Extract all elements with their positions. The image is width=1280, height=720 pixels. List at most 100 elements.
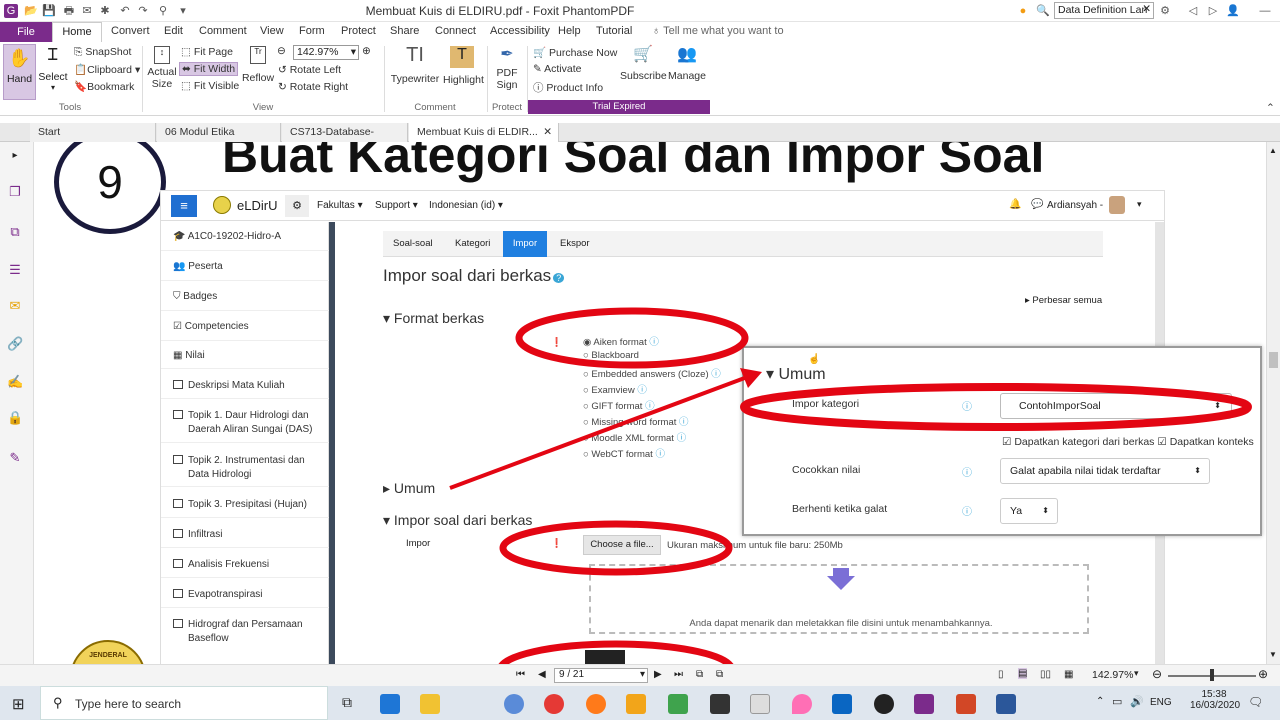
bookmark-button[interactable]: 🔖Bookmark <box>74 80 134 93</box>
continuous-page-icon[interactable]: ▤ <box>1018 668 1028 679</box>
vertical-scrollbar[interactable]: ▲ ▼ <box>1266 142 1280 664</box>
signature-icon[interactable]: ✍ <box>7 374 23 390</box>
foxit-taskbar-icon[interactable] <box>914 694 934 714</box>
tab-convert[interactable]: Convert <box>111 25 150 37</box>
search-input[interactable]: Data Definition Lan ✕ <box>1054 2 1154 19</box>
powerpoint-icon[interactable] <box>956 694 976 714</box>
actual-size-button[interactable]: ↕ Actual Size <box>146 44 178 100</box>
tab-accessibility[interactable]: Accessibility <box>490 25 550 37</box>
windows-start-icon[interactable]: ⊞ <box>12 695 25 713</box>
maps-icon[interactable] <box>792 694 812 714</box>
zoom-level[interactable]: 142.97% <box>1092 669 1133 681</box>
subscribe-button[interactable]: 🛒 Subscribe <box>620 44 667 100</box>
clipboard-button[interactable]: 📋Clipboard ▾ <box>74 63 140 76</box>
fit-page-status-icon[interactable]: ⧉ <box>696 669 703 680</box>
notification-icon[interactable]: ● <box>1016 4 1030 18</box>
snapshot-button[interactable]: ⎘ SnapShot <box>74 46 131 59</box>
chrome-icon[interactable] <box>544 694 564 714</box>
fit-width-button[interactable]: ⬌ Fit Width <box>179 62 239 76</box>
network-app-icon[interactable] <box>504 694 524 714</box>
doc-tab-cs713[interactable]: CS713-Database-Syste... <box>282 123 408 157</box>
word-icon[interactable] <box>996 694 1016 714</box>
pages-icon[interactable]: ❐ <box>7 184 23 200</box>
rotate-left-button[interactable]: ↺ Rotate Left <box>278 64 341 76</box>
xampp-icon[interactable] <box>626 694 646 714</box>
fit-page-button[interactable]: ⬚ Fit Page <box>181 46 233 58</box>
manage-button[interactable]: 👥 Manage <box>666 44 708 100</box>
product-info-button[interactable]: ⓘ Product Info <box>533 80 603 95</box>
zoom-in-icon[interactable]: ⊕ <box>362 45 371 57</box>
hand-button[interactable]: ✋ Hand <box>3 44 36 100</box>
edge-icon[interactable] <box>380 694 400 714</box>
obs-icon[interactable] <box>874 694 894 714</box>
tab-protect[interactable]: Protect <box>341 25 376 37</box>
gear-icon[interactable]: ⚙ <box>1158 4 1172 18</box>
doc-tab-modul[interactable]: 06 Modul Etika Publik_F... <box>157 123 281 157</box>
action-center-icon[interactable]: 🗨 <box>1248 695 1263 709</box>
calendar-icon[interactable] <box>750 694 770 714</box>
first-page-icon[interactable]: ⏮ <box>516 669 525 680</box>
select-button[interactable]: Ꮖ Select ▾ <box>38 44 68 100</box>
video-editor-icon[interactable] <box>710 694 730 714</box>
expand-panel-icon[interactable]: ▸ <box>7 148 23 164</box>
highlight-button[interactable]: T Highlight <box>443 44 484 100</box>
tab-share[interactable]: Share <box>390 25 419 37</box>
tab-file[interactable]: File <box>0 22 52 42</box>
activate-button[interactable]: ✎ Activate <box>533 63 582 75</box>
tab-edit[interactable]: Edit <box>164 25 183 37</box>
tab-connect[interactable]: Connect <box>435 25 476 37</box>
firefox-icon[interactable] <box>586 694 606 714</box>
doc-tab-membuat-kuis[interactable]: Membuat Kuis di ELDIR... ✕ <box>409 123 559 142</box>
back-icon[interactable]: ◁ <box>1186 4 1200 18</box>
tab-form[interactable]: Form <box>299 25 325 37</box>
zoom-out-icon[interactable]: ⊖ <box>277 45 286 57</box>
typewriter-button[interactable]: TI Typewriter <box>390 44 440 100</box>
zoom-out-icon[interactable]: ⊖ <box>1152 667 1162 681</box>
zoom-dropdown-icon[interactable]: ▾ <box>1134 668 1139 679</box>
last-page-icon[interactable]: ⏭ <box>674 669 683 680</box>
fit-visible-button[interactable]: ⬚ Fit Visible <box>181 80 239 92</box>
outlook-icon[interactable] <box>832 694 852 714</box>
attachment-icon[interactable]: 🔗 <box>7 336 23 352</box>
zoom-slider-thumb[interactable] <box>1210 669 1214 681</box>
scroll-down-icon[interactable]: ▼ <box>1269 650 1277 659</box>
volume-icon[interactable]: 🔊 <box>1130 695 1144 708</box>
tell-me-input[interactable]: ♁ Tell me what you want to <box>652 25 784 37</box>
zoom-in-icon[interactable]: ⊕ <box>1258 667 1268 681</box>
page-number-input[interactable]: 9 / 21 ▾ <box>554 668 648 683</box>
file-explorer-icon[interactable] <box>420 694 440 714</box>
tray-chevron-icon[interactable]: ⌃ <box>1096 696 1104 707</box>
scroll-up-icon[interactable]: ▲ <box>1269 146 1277 155</box>
user-icon[interactable]: 👤 <box>1226 4 1240 18</box>
lock-icon[interactable]: 🔒 <box>7 410 23 426</box>
next-page-icon[interactable]: ▶ <box>654 669 662 680</box>
continuous-facing-icon[interactable]: ▦ <box>1064 669 1073 680</box>
forward-icon[interactable]: ▷ <box>1206 4 1220 18</box>
pdf-sign-button[interactable]: ✒ PDF Sign <box>490 44 524 100</box>
tab-comment[interactable]: Comment <box>199 25 247 37</box>
tab-home[interactable]: Home <box>52 22 102 42</box>
reflow-button[interactable]: Tr Reflow <box>241 44 275 100</box>
taskbar-search-box[interactable]: ⚲ Type here to search <box>40 686 328 720</box>
tab-help[interactable]: Help <box>558 25 581 37</box>
network-icon[interactable]: ▭ <box>1112 695 1122 708</box>
layers-icon[interactable]: ☰ <box>7 262 23 278</box>
minimize-icon[interactable]: — <box>1258 4 1272 18</box>
language-indicator[interactable]: ENG <box>1150 697 1172 708</box>
purchase-now-button[interactable]: 🛒 Purchase Now <box>533 46 617 59</box>
doc-tab-start[interactable]: Start <box>30 123 156 142</box>
layers-copy-icon[interactable]: ⧉ <box>7 224 23 240</box>
zoom-select[interactable]: 142.97% ▾ <box>293 45 359 60</box>
rotate-right-button[interactable]: ↻ Rotate Right <box>278 81 348 93</box>
tools-icon[interactable]: ✎ <box>7 450 23 466</box>
facing-page-icon[interactable]: ▯▯ <box>1040 669 1051 680</box>
clock[interactable]: 15:38 16/03/2020 <box>1190 689 1240 711</box>
tab-view[interactable]: View <box>260 25 284 37</box>
collapse-ribbon-icon[interactable]: ⌃ <box>1266 102 1275 114</box>
fit-width-status-icon[interactable]: ⧉ <box>716 669 723 680</box>
scroll-thumb[interactable] <box>1269 352 1278 368</box>
tab-tutorial[interactable]: Tutorial <box>596 25 632 37</box>
clear-search-icon[interactable]: ✕ <box>1142 3 1151 15</box>
notepad-icon[interactable] <box>668 694 688 714</box>
task-view-icon[interactable]: ⧉ <box>337 694 357 714</box>
